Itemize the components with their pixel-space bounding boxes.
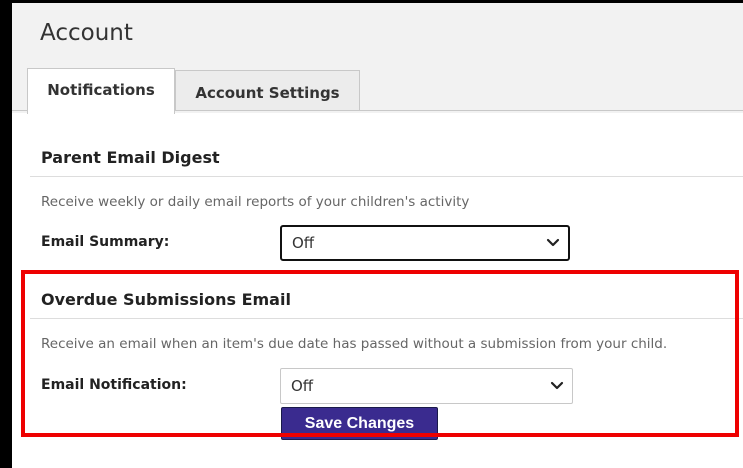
parent-digest-description: Receive weekly or daily email reports of… xyxy=(41,194,470,210)
parent-digest-title: Parent Email Digest xyxy=(41,148,220,167)
section-divider xyxy=(30,176,743,177)
email-summary-value: Off xyxy=(292,234,315,252)
email-summary-label: Email Summary: xyxy=(41,234,170,250)
page-title: Account xyxy=(40,20,133,46)
chevron-down-icon xyxy=(546,238,560,247)
highlight-annotation-box xyxy=(21,270,739,437)
tab-account-settings[interactable]: Account Settings xyxy=(175,70,360,110)
email-summary-select[interactable]: Off xyxy=(280,225,570,261)
tab-notifications[interactable]: Notifications xyxy=(27,68,175,114)
